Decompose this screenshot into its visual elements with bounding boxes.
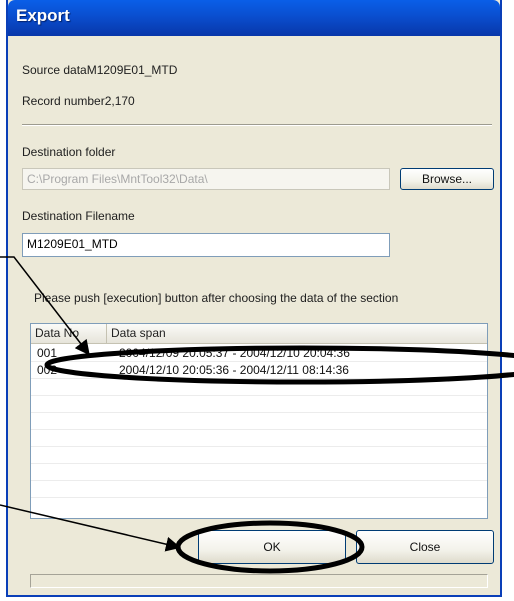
destination-filename-input[interactable]: M1209E01_MTD xyxy=(22,233,390,257)
destination-folder-field: C:\Program Files\MntTool32\Data\ xyxy=(22,168,390,190)
destination-folder-label: Destination folder xyxy=(22,145,116,159)
list-row-empty xyxy=(31,396,487,413)
ok-button[interactable]: OK xyxy=(198,530,346,564)
row-data-no: 001 xyxy=(37,346,58,360)
destination-filename-label: Destination Filename xyxy=(22,209,135,223)
row-data-span: 2004/12/10 20:05:36 - 2004/12/11 08:14:3… xyxy=(119,363,349,377)
browse-button[interactable]: Browse... xyxy=(400,168,494,190)
row-data-no: 002 xyxy=(37,363,58,377)
close-button[interactable]: Close xyxy=(356,530,494,564)
close-button-label: Close xyxy=(409,540,441,554)
list-row-empty xyxy=(31,379,487,396)
list-header: Data No Data span xyxy=(31,324,487,344)
list-row-empty xyxy=(31,447,487,464)
column-data-span[interactable]: Data span xyxy=(107,324,487,343)
list-row-empty xyxy=(31,481,487,498)
title-bar[interactable]: Export xyxy=(8,0,500,36)
instruction-text: Please push [execution] button after cho… xyxy=(34,291,399,305)
record-number-label: Record number2,170 xyxy=(22,94,135,108)
export-dialog: Export Source dataM1209E01_MTD Record nu… xyxy=(6,0,502,597)
ok-button-label: OK xyxy=(263,540,281,554)
separator xyxy=(22,124,492,126)
list-row[interactable]: 002 2004/12/10 20:05:36 - 2004/12/11 08:… xyxy=(31,362,487,379)
data-span-list[interactable]: Data No Data span 001 2004/12/09 20:05:3… xyxy=(30,323,488,519)
browse-button-label: Browse... xyxy=(421,172,472,186)
list-row[interactable]: 001 2004/12/09 20:05:37 - 2004/12/10 20:… xyxy=(31,345,487,362)
list-row-empty xyxy=(31,430,487,447)
list-row-empty xyxy=(31,464,487,481)
column-data-no[interactable]: Data No xyxy=(31,324,107,343)
row-data-span: 2004/12/09 20:05:37 - 2004/12/10 20:04:3… xyxy=(119,346,350,360)
status-bar xyxy=(30,574,488,588)
source-data-label: Source dataM1209E01_MTD xyxy=(22,63,178,77)
dialog-title: Export xyxy=(16,6,70,25)
list-row-empty xyxy=(31,413,487,430)
